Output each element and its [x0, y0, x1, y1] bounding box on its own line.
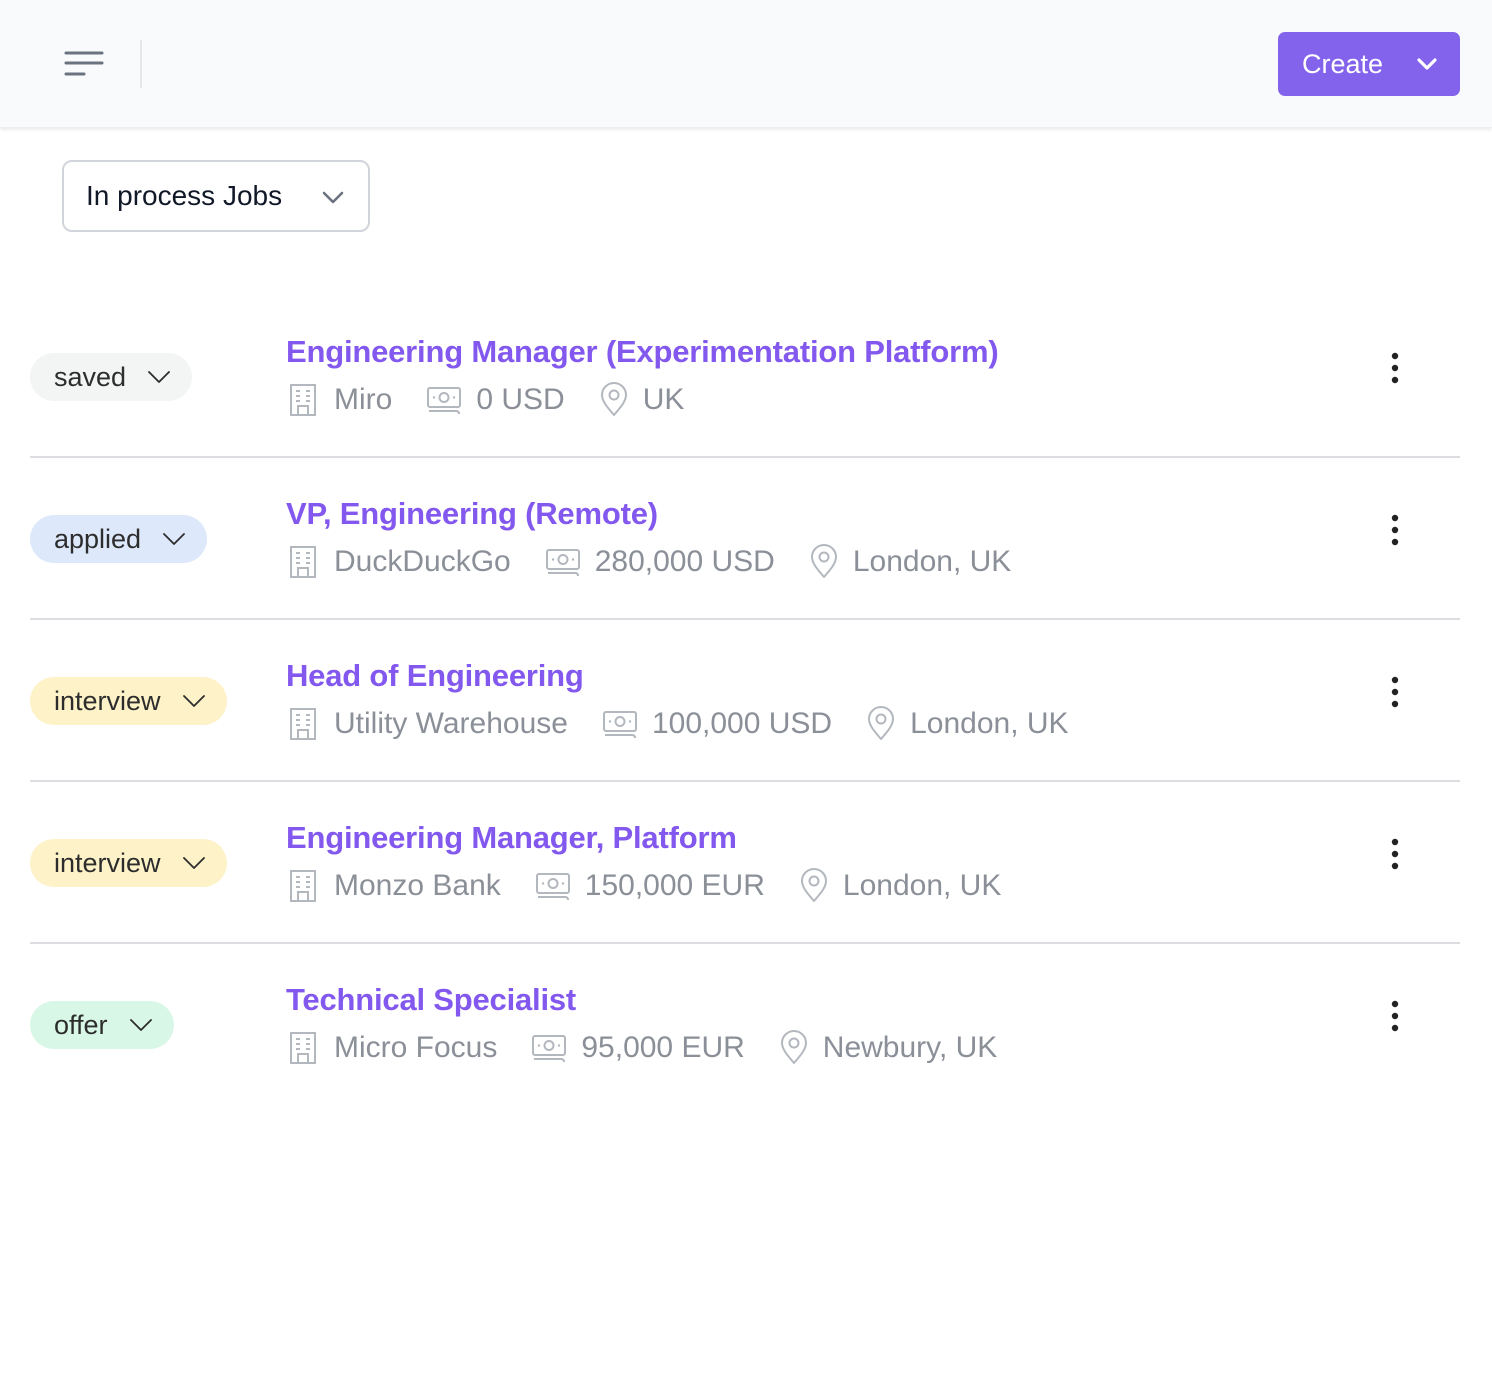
salary-value: 100,000 USD [651, 707, 833, 740]
location: London, UK [809, 544, 1011, 580]
building-icon [290, 1032, 316, 1064]
company-name: Utility Warehouse [334, 707, 568, 740]
chevron-down-icon [182, 857, 205, 869]
more-vertical-icon [1391, 514, 1399, 546]
job-row: offer Technical Specialist Micro Focus 9… [30, 944, 1460, 1106]
row-menu-button[interactable] [1380, 348, 1410, 392]
location: London, UK [799, 868, 1001, 904]
job-filter-select[interactable]: In process Jobs [62, 160, 370, 232]
status-dropdown[interactable]: interview [30, 677, 227, 725]
more-vertical-icon [1391, 1000, 1399, 1032]
company: Micro Focus [286, 1031, 497, 1065]
salary: 100,000 USD [602, 707, 832, 741]
status-dropdown[interactable]: offer [30, 1001, 174, 1049]
more-vertical-icon [1391, 676, 1399, 708]
company: Miro [286, 383, 392, 417]
building-icon [290, 708, 316, 740]
job-meta: Miro 0 USD UK [286, 382, 718, 418]
location-value: Newbury, UK [822, 1031, 998, 1064]
row-menu-button[interactable] [1380, 996, 1410, 1040]
job-row: applied VP, Engineering (Remote) DuckDuc… [30, 458, 1460, 620]
job-row: interview Head of Engineering Utility Wa… [30, 620, 1460, 782]
company-name: DuckDuckGo [334, 545, 511, 578]
chevron-down-icon [163, 533, 185, 545]
chevron-down-icon [322, 191, 344, 204]
menu-icon [64, 51, 104, 76]
status-dropdown[interactable]: interview [30, 839, 227, 887]
money-icon [427, 387, 462, 415]
job-title-link[interactable]: Technical Specialist [286, 982, 576, 1018]
salary: 95,000 EUR [531, 1031, 745, 1065]
building-icon [290, 546, 316, 578]
job-title-link[interactable]: Head of Engineering [286, 658, 584, 694]
row-menu-button[interactable] [1380, 672, 1410, 716]
money-icon [532, 1035, 567, 1063]
company-name: Monzo Bank [334, 869, 501, 902]
job-row: saved Engineering Manager (Experimentati… [30, 296, 1460, 458]
location-value: London, UK [842, 869, 1002, 902]
location-value: London, UK [852, 545, 1012, 578]
location: Newbury, UK [779, 1030, 998, 1066]
company-name: Micro Focus [334, 1031, 498, 1064]
building-icon [290, 870, 316, 902]
company-name: Miro [334, 383, 393, 416]
location: London, UK [866, 706, 1069, 742]
job-title-link[interactable]: Engineering Manager (Experimentation Pla… [286, 334, 999, 370]
salary-value: 280,000 USD [594, 545, 775, 578]
map-pin-icon [600, 382, 627, 416]
create-button-label: Create [1302, 48, 1384, 79]
salary: 0 USD [426, 383, 565, 417]
money-icon [545, 549, 580, 577]
map-pin-icon [780, 1030, 807, 1064]
job-meta: Utility Warehouse 100,000 USD London, UK [286, 706, 1103, 742]
top-bar: Create [0, 0, 1492, 128]
job-meta: Monzo Bank 150,000 EUR London, UK [286, 868, 1035, 904]
company: Monzo Bank [286, 869, 501, 903]
salary: 280,000 USD [545, 545, 775, 579]
money-icon [535, 873, 570, 901]
salary-value: 95,000 EUR [581, 1031, 745, 1064]
status-label: saved [54, 361, 127, 392]
job-title-link[interactable]: VP, Engineering (Remote) [286, 496, 658, 532]
menu-button[interactable] [60, 44, 108, 84]
salary-value: 0 USD [476, 383, 565, 416]
row-menu-button[interactable] [1380, 834, 1410, 878]
more-vertical-icon [1391, 838, 1399, 870]
job-filter-value: In process Jobs [86, 180, 283, 211]
chevron-down-icon [129, 1019, 152, 1031]
status-label: applied [54, 523, 142, 554]
map-pin-icon [810, 544, 837, 578]
building-icon [290, 384, 316, 416]
map-pin-icon [800, 868, 827, 902]
job-row: interview Engineering Manager, Platform … [30, 782, 1460, 944]
status-dropdown[interactable]: saved [30, 353, 193, 401]
map-pin-icon [868, 706, 895, 740]
location: UK [599, 382, 685, 418]
company: Utility Warehouse [286, 707, 568, 741]
more-vertical-icon [1391, 352, 1399, 384]
salary-value: 150,000 EUR [584, 869, 765, 902]
status-label: interview [54, 685, 161, 716]
chevron-down-icon [182, 695, 205, 707]
row-menu-button[interactable] [1380, 510, 1410, 554]
salary: 150,000 EUR [535, 869, 765, 903]
create-button[interactable]: Create [1278, 32, 1460, 96]
chevron-down-icon [1417, 58, 1437, 70]
location-value: London, UK [910, 707, 1069, 740]
job-title-link[interactable]: Engineering Manager, Platform [286, 820, 737, 856]
status-label: interview [54, 847, 161, 878]
status-dropdown[interactable]: applied [30, 515, 208, 563]
company: DuckDuckGo [286, 545, 511, 579]
status-label: offer [54, 1009, 108, 1040]
chevron-down-icon [148, 371, 170, 383]
location-value: UK [642, 383, 685, 416]
job-meta: Micro Focus 95,000 EUR Newbury, UK [286, 1030, 1031, 1066]
topbar-divider [140, 40, 142, 88]
job-list: saved Engineering Manager (Experimentati… [30, 296, 1460, 1106]
job-meta: DuckDuckGo 280,000 USD London, UK [286, 544, 1045, 580]
money-icon [602, 711, 637, 739]
